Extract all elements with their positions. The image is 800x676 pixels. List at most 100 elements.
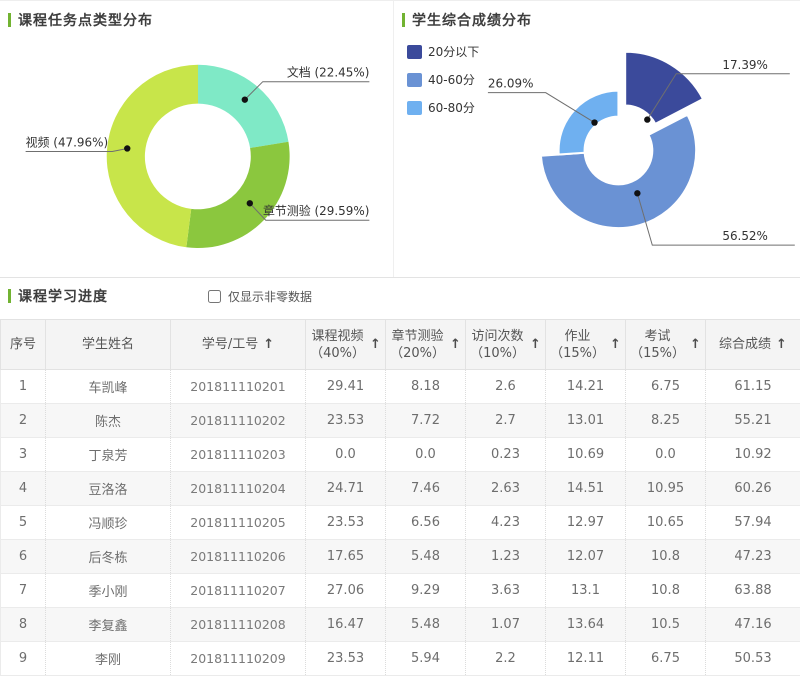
- leader-dot-60-80: [591, 119, 597, 125]
- column-header-visits[interactable]: 访问次数（10%）↑: [466, 320, 546, 370]
- cell-name: 后冬栋: [46, 540, 171, 574]
- sort-asc-icon[interactable]: ↑: [690, 337, 701, 352]
- legend-label-under20: 20分以下: [428, 43, 479, 60]
- progress-table: 序号学生姓名学号/工号↑课程视频（40%）↑章节测验（20%）↑访问次数（10%…: [0, 319, 800, 676]
- score-legend: 20分以下 40-60分 60-80分: [407, 43, 479, 127]
- cell-video: 23.53: [306, 404, 386, 438]
- cell-visits: 3.63: [466, 574, 546, 608]
- progress-table-section: 课程学习进度 仅显示非零数据 序号学生姓名学号/工号↑课程视频（40%）↑章节测…: [0, 278, 800, 676]
- cell-video: 23.53: [306, 642, 386, 676]
- pie-slice-under20[interactable]: [625, 52, 703, 124]
- pct-label-40-60: 56.52%: [722, 229, 768, 243]
- cell-visits: 0.23: [466, 438, 546, 472]
- nonzero-checkbox[interactable]: [208, 290, 221, 303]
- task-type-chart-title: 课程任务点类型分布: [18, 10, 153, 30]
- score-dist-chart-title: 学生综合成绩分布: [412, 10, 532, 30]
- sort-asc-icon[interactable]: ↑: [530, 337, 541, 352]
- cell-visits: 2.63: [466, 472, 546, 506]
- cell-quiz: 8.18: [386, 370, 466, 404]
- cell-name: 豆洛洛: [46, 472, 171, 506]
- cell-quiz: 0.0: [386, 438, 466, 472]
- sort-asc-icon[interactable]: ↑: [610, 337, 621, 352]
- cell-exam: 6.75: [626, 642, 706, 676]
- sort-asc-icon[interactable]: ↑: [776, 337, 787, 352]
- cell-quiz: 6.56: [386, 506, 466, 540]
- legend-swatch-under20: [407, 45, 422, 59]
- cell-total: 63.88: [706, 574, 800, 608]
- legend-item-60-80[interactable]: 60-80分: [407, 99, 479, 116]
- cell-id: 201811110203: [171, 438, 306, 472]
- donut-slice-video[interactable]: [107, 65, 198, 248]
- sort-asc-icon[interactable]: ↑: [370, 337, 381, 352]
- dashboard-page: 课程任务点类型分布 文档 (22.45%) 章节测验 (29.59%) 视频 (…: [0, 0, 800, 673]
- cell-homework: 13.01: [546, 404, 626, 438]
- cell-name: 陈杰: [46, 404, 171, 438]
- cell-total: 50.53: [706, 642, 800, 676]
- leader-dot-under20: [644, 116, 650, 122]
- cell-serial: 6: [1, 540, 46, 574]
- cell-total: 60.26: [706, 472, 800, 506]
- sort-asc-icon[interactable]: ↑: [450, 337, 461, 352]
- column-header-homework[interactable]: 作业（15%）↑: [546, 320, 626, 370]
- cell-total: 10.92: [706, 438, 800, 472]
- nonzero-filter: 仅显示非零数据: [208, 288, 312, 305]
- cell-exam: 0.0: [626, 438, 706, 472]
- leader-dot-video: [124, 145, 130, 151]
- column-header-total[interactable]: 综合成绩↑: [706, 320, 800, 370]
- column-header-quiz[interactable]: 章节测验（20%）↑: [386, 320, 466, 370]
- column-header-exam[interactable]: 考试（15%）↑: [626, 320, 706, 370]
- cell-id: 201811110208: [171, 608, 306, 642]
- cell-id: 201811110209: [171, 642, 306, 676]
- cell-homework: 12.11: [546, 642, 626, 676]
- table-row: 3丁泉芳2018111102030.00.00.2310.690.010.92: [1, 438, 800, 472]
- pie-slice-60-80[interactable]: [559, 91, 619, 155]
- score-dist-chart-panel: 学生综合成绩分布 20分以下 40-60分 60-80分: [393, 1, 800, 277]
- table-row: 7季小刚20181111020727.069.293.6313.110.863.…: [1, 574, 800, 608]
- table-row: 8李复鑫20181111020816.475.481.0713.6410.547…: [1, 608, 800, 642]
- cell-visits: 2.7: [466, 404, 546, 438]
- leader-dot-40-60: [634, 190, 640, 196]
- charts-row: 课程任务点类型分布 文档 (22.45%) 章节测验 (29.59%) 视频 (…: [0, 1, 800, 278]
- legend-item-under20[interactable]: 20分以下: [407, 43, 479, 60]
- table-row: 6后冬栋20181111020617.655.481.2312.0710.847…: [1, 540, 800, 574]
- legend-label-40-60: 40-60分: [428, 71, 475, 88]
- table-row: 2陈杰20181111020223.537.722.713.018.2555.2…: [1, 404, 800, 438]
- cell-serial: 3: [1, 438, 46, 472]
- cell-visits: 4.23: [466, 506, 546, 540]
- title-accent-bar: [8, 13, 11, 27]
- cell-video: 17.65: [306, 540, 386, 574]
- nonzero-checkbox-label[interactable]: 仅显示非零数据: [228, 288, 312, 305]
- column-header-id[interactable]: 学号/工号↑: [171, 320, 306, 370]
- pct-label-60-80: 26.09%: [488, 77, 534, 91]
- donut-slice-docs[interactable]: [198, 65, 288, 148]
- score-dist-title-wrap: 学生综合成绩分布: [402, 10, 532, 30]
- cell-total: 47.16: [706, 608, 800, 642]
- column-header-video[interactable]: 课程视频（40%）↑: [306, 320, 386, 370]
- leader-dot-quiz: [247, 200, 253, 206]
- slice-label-video: 视频 (47.96%): [26, 134, 109, 149]
- cell-quiz: 9.29: [386, 574, 466, 608]
- title-accent-bar: [8, 289, 11, 303]
- cell-id: 201811110207: [171, 574, 306, 608]
- progress-section-head: 课程学习进度 仅显示非零数据: [0, 285, 800, 307]
- cell-video: 24.71: [306, 472, 386, 506]
- column-header-name: 学生姓名: [46, 320, 171, 370]
- cell-exam: 10.65: [626, 506, 706, 540]
- cell-visits: 2.6: [466, 370, 546, 404]
- cell-homework: 13.64: [546, 608, 626, 642]
- leader-dot-docs: [242, 96, 248, 102]
- sort-asc-icon[interactable]: ↑: [263, 337, 274, 352]
- cell-total: 47.23: [706, 540, 800, 574]
- cell-quiz: 5.94: [386, 642, 466, 676]
- task-type-title-wrap: 课程任务点类型分布: [8, 10, 153, 30]
- task-type-chart-panel: 课程任务点类型分布 文档 (22.45%) 章节测验 (29.59%) 视频 (…: [0, 1, 393, 277]
- cell-video: 16.47: [306, 608, 386, 642]
- task-type-donut-chart: 文档 (22.45%) 章节测验 (29.59%) 视频 (47.96%): [0, 1, 393, 277]
- cell-id: 201811110202: [171, 404, 306, 438]
- cell-id: 201811110201: [171, 370, 306, 404]
- legend-item-40-60[interactable]: 40-60分: [407, 71, 479, 88]
- cell-exam: 10.95: [626, 472, 706, 506]
- donut-slice-quiz[interactable]: [186, 142, 289, 248]
- cell-quiz: 7.72: [386, 404, 466, 438]
- cell-exam: 10.8: [626, 574, 706, 608]
